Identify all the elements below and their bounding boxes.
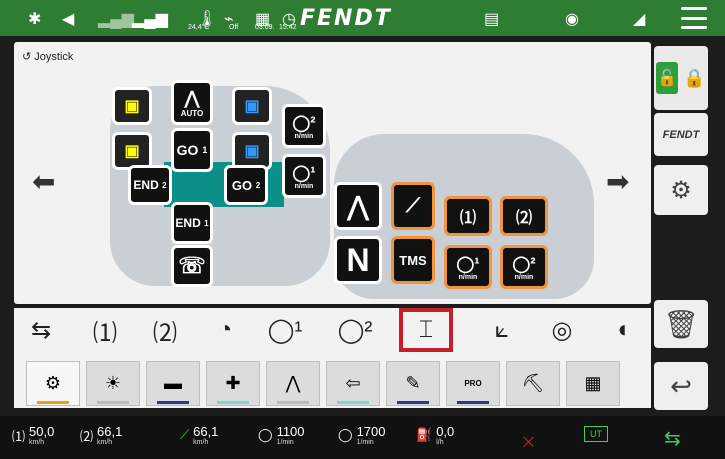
rpm-memory1-button[interactable]: ◯¹ n/min [444, 245, 492, 289]
joystick-panel: ↺ Joystick ▣ ⋀ AUTO ▣ ◯² n/min ▣ GO 1 ▣ ◯¹… [14, 42, 651, 304]
axle-icon[interactable]: ⌶ [399, 308, 453, 352]
signal-icon: ▂▄▆ [98, 11, 134, 28]
panel-title: ↺ Joystick [22, 51, 74, 63]
delete-button[interactable]: 🗑 [654, 300, 708, 348]
temperature: 24,4°C [188, 24, 210, 31]
rpm1-display: ◯ 1100 1/min [258, 424, 305, 446]
settings-button[interactable]: ⚙ [654, 165, 708, 215]
cruise2-icon[interactable]: ⑵ [138, 308, 192, 352]
go1-button[interactable]: GO 1 [171, 128, 213, 172]
speaker-icon: ◀ [62, 11, 75, 28]
back-button[interactable]: ↩ [654, 362, 708, 410]
rpm-memory2-button[interactable]: ◯² n/min [500, 245, 548, 289]
tab-implement[interactable]: ⇦ [326, 361, 380, 406]
auto-steer-icon[interactable]: ◖ [595, 308, 649, 352]
memory2-button[interactable]: ▣ [232, 87, 272, 125]
fuel-icon: ⛽ [416, 427, 433, 442]
throttle-small-icon: ⟋ [180, 427, 190, 442]
tab-grid[interactable]: ▦ [566, 361, 620, 406]
differential-lock-icon[interactable]: ◎ [535, 308, 589, 352]
tab-sensors[interactable]: ✎ [386, 361, 440, 406]
map-icon: ◢ [633, 11, 646, 28]
status-bar: ✱ ◀ ▂▄▆ ▂▄▆ 🌡 24,4°C ⌁ Off ▦ 03.09. ◷ 15… [0, 0, 725, 36]
switch-icon[interactable]: ⇆ [664, 426, 681, 451]
bottom-status: ⑴ 50,0 km/h ⑵ 66,1 km/h ⟋ 66,1 km/h ◯ 1100 1/min… [0, 416, 725, 459]
armrest-auto-button[interactable]: ⋀ [334, 182, 382, 230]
tab-auto[interactable]: ⋀ [266, 361, 320, 406]
lock-closed-icon: 🔒 [683, 67, 706, 88]
rpm1-icon[interactable]: ◯¹ [258, 308, 312, 352]
hitch-level-icon[interactable]: ⟀ [475, 308, 529, 352]
speedometer-icon[interactable]: ◔ [198, 308, 252, 352]
warning-icon: ⨉ [523, 434, 535, 450]
tab-lights[interactable]: ☀ [86, 361, 140, 406]
tms-button[interactable]: TMS [391, 236, 435, 284]
lock-button[interactable]: 🔓 🔒 [654, 46, 708, 110]
date: 03.09. [255, 24, 275, 31]
rpm1-small-icon: ◯ [258, 427, 273, 442]
cruise1-icon[interactable]: ⑴ [78, 308, 132, 352]
fendt-button[interactable]: FENDT [654, 113, 708, 156]
bluetooth-icon: ✱ [28, 11, 42, 28]
tab-engine[interactable]: ⚙ [26, 361, 80, 406]
auto-button[interactable]: ⋀ AUTO [171, 80, 213, 125]
tractor-transport-icon[interactable]: ⇆ [14, 308, 68, 352]
tab-pro[interactable]: PRO [446, 361, 500, 406]
tab-machine[interactable]: ⛏ [506, 361, 560, 406]
end1-button[interactable]: END 1 [171, 202, 213, 244]
menu-button[interactable] [681, 7, 707, 29]
cruise2-small-icon: ⑵ [80, 428, 94, 444]
speed1-display: ⑴ 50,0 km/h [12, 424, 55, 446]
phone-button[interactable]: ☏ [171, 245, 213, 287]
rpm2-display: ◯ 1700 1/min [338, 424, 386, 446]
tab-valves[interactable]: ✚ [206, 361, 260, 406]
left-arrow-icon[interactable]: ⬅ [32, 165, 55, 198]
rpm1-button[interactable]: ◯¹ n/min [282, 154, 326, 198]
go2-button[interactable]: GO 2 [224, 165, 268, 205]
brand-logo: FENDT [300, 6, 392, 31]
ut-indicator[interactable]: UT [584, 426, 608, 442]
gps-signal-icon: ▂▄▆ [132, 11, 168, 28]
fuel-display: ⛽ 0,0 l/h [416, 424, 455, 446]
settings-dot-icon: ◉ [565, 11, 579, 28]
lock-open-icon: 🔓 [656, 62, 679, 94]
neutral-button[interactable]: N [334, 236, 382, 284]
cruise1-button[interactable]: ⑴ [444, 196, 492, 236]
end2-button[interactable]: END 2 [128, 165, 172, 205]
right-arrow-icon[interactable]: ➡ [606, 165, 629, 198]
cruise1-small-icon: ⑴ [12, 428, 26, 444]
cruise2-button[interactable]: ⑵ [500, 196, 548, 236]
speed2-display: ⑵ 66,1 km/h [80, 424, 123, 446]
rpm2-button[interactable]: ◯² n/min [282, 104, 326, 148]
document-icon: ▤ [484, 11, 500, 28]
tab-hydraulics[interactable]: ▬ [146, 361, 200, 406]
speed3-display: ⟋ 66,1 km/h [180, 424, 219, 446]
rpm2-small-icon: ◯ [338, 427, 353, 442]
rpm2-icon[interactable]: ◯² [328, 308, 382, 352]
time: 15:42 [279, 24, 297, 31]
hitch-mode: Off [229, 24, 239, 31]
memory1-button[interactable]: ▣ [112, 87, 152, 125]
throttle-button[interactable]: ⟋ [391, 182, 435, 230]
